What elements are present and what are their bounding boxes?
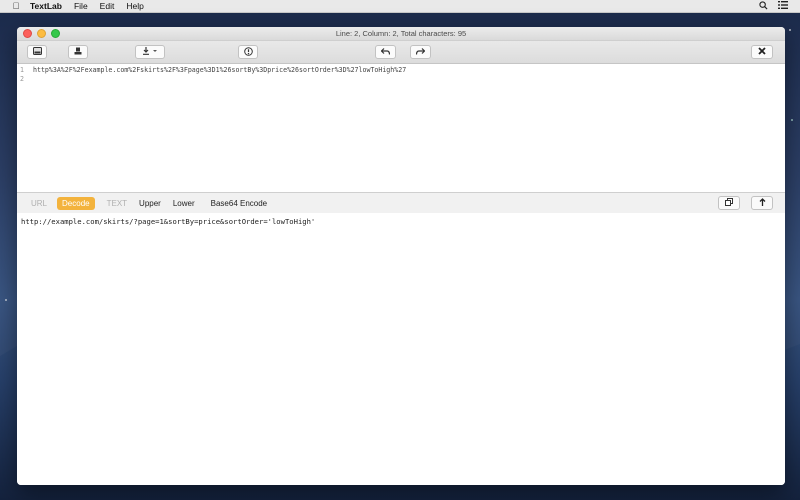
undo-icon xyxy=(380,47,391,57)
textlab-window: Line: 2, Column: 2, Total characters: 95 xyxy=(17,27,785,485)
info-circle-icon xyxy=(243,46,253,58)
copy-icon xyxy=(725,198,733,208)
undo-button[interactable] xyxy=(375,45,396,59)
title-bar: Line: 2, Column: 2, Total characters: 95 xyxy=(17,27,785,41)
menu-file[interactable]: File xyxy=(74,1,88,11)
line-number-gutter: 1 2 xyxy=(17,64,27,192)
search-icon[interactable] xyxy=(759,0,768,12)
line-number: 2 xyxy=(20,75,24,83)
arrow-up-icon xyxy=(759,198,766,208)
output-panel[interactable]: http://example.com/skirts/?page=1&sortBy… xyxy=(17,213,785,485)
list-icon[interactable] xyxy=(778,1,788,11)
lower-button[interactable]: Lower xyxy=(168,197,200,210)
menu-extras xyxy=(759,0,788,12)
zoom-window-button[interactable] xyxy=(51,29,60,38)
mode-text-tab[interactable]: TEXT xyxy=(102,197,132,210)
mode-url-tab[interactable]: URL xyxy=(26,197,52,210)
line-number: 1 xyxy=(20,66,24,74)
base64-encode-button[interactable]: Base64 Encode xyxy=(206,197,273,210)
status-title: Line: 2, Column: 2, Total characters: 95 xyxy=(335,29,467,38)
upper-button[interactable]: Upper xyxy=(134,197,166,210)
minimize-window-button[interactable] xyxy=(37,29,46,38)
conversion-bar: URL Decode TEXT Upper Lower Base64 Encod… xyxy=(17,193,785,214)
clear-button[interactable] xyxy=(751,45,773,59)
output-text[interactable]: http://example.com/skirts/?page=1&sortBy… xyxy=(21,217,315,226)
redo-icon xyxy=(415,47,426,57)
info-button[interactable] xyxy=(238,45,258,59)
close-x-icon xyxy=(758,47,766,57)
close-window-button[interactable] xyxy=(23,29,32,38)
menu-help[interactable]: Help xyxy=(126,1,143,11)
redo-button[interactable] xyxy=(410,45,431,59)
app-menu[interactable]: TextLab xyxy=(30,1,62,11)
drive-button[interactable] xyxy=(27,45,47,59)
download-dropdown-button[interactable] xyxy=(135,45,165,59)
stamp-icon xyxy=(74,47,82,57)
stamp-button[interactable] xyxy=(68,45,88,59)
drive-icon xyxy=(32,47,42,57)
apple-icon[interactable]:  xyxy=(10,1,22,11)
traffic-lights xyxy=(23,29,60,38)
download-dropdown-icon xyxy=(142,47,158,57)
menu-edit[interactable]: Edit xyxy=(100,1,115,11)
menu-bar:  TextLab File Edit Help xyxy=(0,0,800,13)
input-editor[interactable]: 1 2 http%3A%2F%2Fexample.com%2Fskirts%2F… xyxy=(17,64,785,193)
swap-up-button[interactable] xyxy=(751,196,773,210)
decode-button[interactable]: Decode xyxy=(57,196,95,210)
copy-button[interactable] xyxy=(718,196,740,210)
toolbar xyxy=(17,41,785,64)
editor-line[interactable]: http%3A%2F%2Fexample.com%2Fskirts%2F%3Fp… xyxy=(33,66,406,74)
